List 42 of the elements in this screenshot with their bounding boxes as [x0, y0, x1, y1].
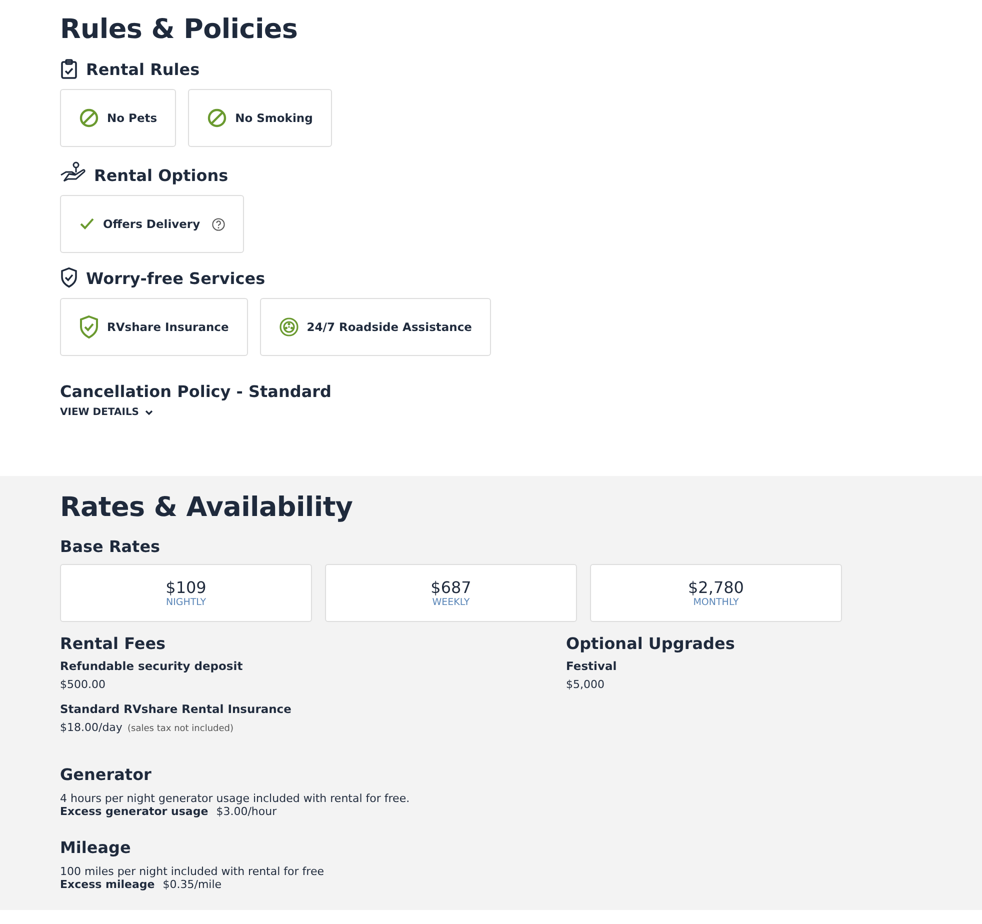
fee-value: $18.00/day: [60, 721, 122, 734]
fee-value: $5,000: [566, 678, 604, 691]
clipboard-check-icon: [60, 59, 78, 79]
feature-card: 24/7 Roadside Assistance: [260, 298, 491, 356]
section-heading: Mileage: [60, 838, 132, 857]
policy-heading: Cancellation Policy - Standard: [60, 382, 332, 401]
fee-value: $0.35/mile: [162, 878, 222, 891]
section-heading: Rental Fees: [60, 634, 167, 653]
fee-note: (sales tax not included): [128, 724, 234, 734]
rate-card: $687 WEEKLY: [325, 564, 577, 622]
fee-label: Excess generator usage: [60, 805, 208, 818]
shield-check-icon: [79, 315, 99, 339]
group-heading: Rental Options: [94, 166, 228, 185]
fee-label: Excess mileage: [60, 878, 155, 891]
rate-card: $2,780 MONTHLY: [590, 564, 842, 622]
fee-label: Refundable security deposit: [60, 659, 244, 673]
prohibited-icon: [207, 108, 228, 128]
view-details-link[interactable]: VIEW DETAILS: [60, 407, 154, 418]
fee-label: Festival: [566, 659, 618, 673]
rate-card: $109 NIGHTLY: [60, 564, 312, 622]
section-heading: Base Rates: [60, 537, 162, 556]
feature-card: No Pets: [60, 89, 176, 147]
feature-card: No Smoking: [188, 89, 332, 147]
feature-card: RVshare Insurance: [60, 298, 248, 356]
check-icon: [79, 217, 95, 231]
feature-card: Offers Delivery: [60, 195, 244, 253]
section-heading: Optional Upgrades: [566, 634, 736, 653]
page-heading: Rules & Policies: [60, 14, 299, 45]
help-icon[interactable]: [212, 218, 226, 230]
wheel-icon: [278, 317, 299, 337]
description: 100 miles per night included with rental for free: [60, 865, 325, 878]
section-heading: Generator: [60, 765, 152, 784]
shield-check-icon: [60, 267, 78, 288]
page-heading: Rates & Availability: [60, 492, 354, 523]
fee-value: $500.00: [60, 678, 106, 691]
fee-value: $3.00/hour: [216, 805, 277, 818]
group-heading: Worry-free Services: [86, 269, 266, 288]
prohibited-icon: [79, 108, 99, 128]
chevron-down-icon: [145, 410, 154, 416]
description: 4 hours per night generator usage included with rental for free.: [60, 792, 411, 805]
fee-label: Standard RVshare Rental Insurance: [60, 702, 292, 716]
group-heading: Rental Rules: [86, 60, 200, 79]
